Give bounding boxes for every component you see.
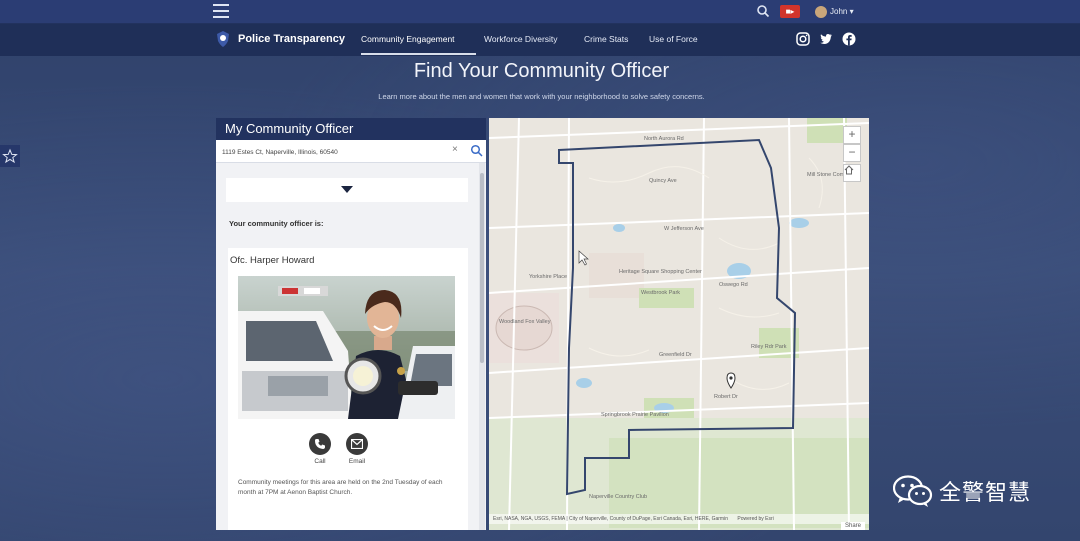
watermark-text: 全警智慧 [939, 481, 1032, 506]
email-button[interactable]: Email [344, 433, 370, 465]
map-label-road: Robert Dr [714, 394, 738, 400]
call-button[interactable]: Call [307, 433, 333, 465]
zoom-in-button[interactable]: + [843, 126, 861, 144]
brand[interactable]: Police Transparency [216, 31, 345, 47]
avatar [815, 5, 827, 18]
officer-card: Ofc. Harper Howard Call Email Community … [228, 248, 468, 530]
clear-icon[interactable]: × [452, 144, 462, 156]
phone-icon [309, 433, 331, 455]
officer-photo [238, 276, 455, 419]
page-subtitle: Learn more about the men and women that … [378, 92, 705, 101]
map-label-park: Westbrook Park [641, 290, 680, 296]
map-view[interactable]: North Aurora Rd Quincy Ave W Jefferson A… [489, 118, 869, 530]
panel-header: My Community Officer [216, 118, 486, 140]
watermark: 全警智慧 [893, 474, 1031, 508]
officer-intro: Your community officer is: [229, 219, 324, 228]
map-canvas[interactable]: North Aurora Rd Quincy Ave W Jefferson A… [489, 118, 869, 530]
tab-community-engagement[interactable]: Community Engagement [361, 34, 455, 44]
hamburger-menu-icon[interactable] [213, 4, 229, 18]
panel-body: Your community officer is: Ofc. Harper H… [216, 163, 486, 530]
officer-panel: My Community Officer × Your community of… [216, 118, 486, 530]
panel-scrollbar[interactable] [479, 163, 485, 530]
map-attribution: Esri, NASA, NGA, USGS, FEMA | City of Na… [489, 514, 869, 524]
map-label-road: Quincy Ave [649, 178, 677, 184]
share-button[interactable]: Share [840, 522, 865, 530]
page-title: Find Your Community Officer [413, 60, 670, 82]
notification-icon[interactable]: ■▸ [780, 5, 800, 18]
police-badge-icon [217, 31, 229, 47]
email-label: Email [348, 458, 366, 465]
favorite-button[interactable] [0, 145, 20, 167]
star-icon [2, 148, 18, 164]
home-icon [844, 165, 854, 175]
map-label-park: Riley Rdr Park [751, 344, 787, 350]
wechat-icon [893, 475, 933, 507]
top-bar: ■▸ John ▾ [0, 0, 1080, 24]
user-menu[interactable]: John ▾ [815, 4, 854, 19]
call-label: Call [314, 458, 326, 465]
facebook-icon[interactable] [842, 32, 856, 46]
zoom-out-button[interactable]: − [843, 144, 861, 162]
scroll-thumb[interactable] [480, 173, 484, 363]
twitter-icon[interactable] [819, 32, 833, 46]
location-pin-icon[interactable] [726, 372, 736, 389]
map-label-road: Oswego Rd [719, 282, 748, 288]
meeting-info: Community meetings for this area are hel… [238, 479, 443, 496]
map-label-place: Yorkshire Place [529, 274, 567, 280]
envelope-icon [346, 433, 368, 455]
instagram-icon[interactable] [796, 32, 810, 46]
map-label-place: Woodland Fox Valley [499, 319, 551, 325]
brand-name: Police Transparency [238, 33, 345, 45]
home-button[interactable] [843, 164, 861, 182]
results-dropdown[interactable] [226, 178, 468, 202]
main-nav: Police Transparency Community Engagement… [0, 24, 1080, 56]
map-label-place: Naperville Country Club [589, 494, 647, 500]
map-label-road: W Jefferson Ave [664, 226, 704, 232]
address-input[interactable] [220, 143, 464, 161]
user-name: John ▾ [830, 7, 854, 16]
map-label-place: Springbrook Prairie Pavilion [601, 412, 669, 418]
search-icon[interactable] [756, 4, 770, 18]
active-tab-indicator [361, 53, 476, 55]
map-label-road: Greenfield Dr [659, 352, 692, 358]
address-search: × [216, 140, 486, 163]
chevron-down-icon [341, 186, 353, 193]
tab-crime-stats[interactable]: Crime Stats [584, 34, 628, 44]
tab-use-of-force[interactable]: Use of Force [649, 34, 698, 44]
officer-name: Ofc. Harper Howard [230, 255, 315, 266]
map-label-place: Heritage Square Shopping Center [619, 269, 702, 275]
search-icon[interactable] [470, 144, 483, 157]
tab-workforce-diversity[interactable]: Workforce Diversity [484, 34, 558, 44]
map-label-road: North Aurora Rd [644, 136, 684, 142]
